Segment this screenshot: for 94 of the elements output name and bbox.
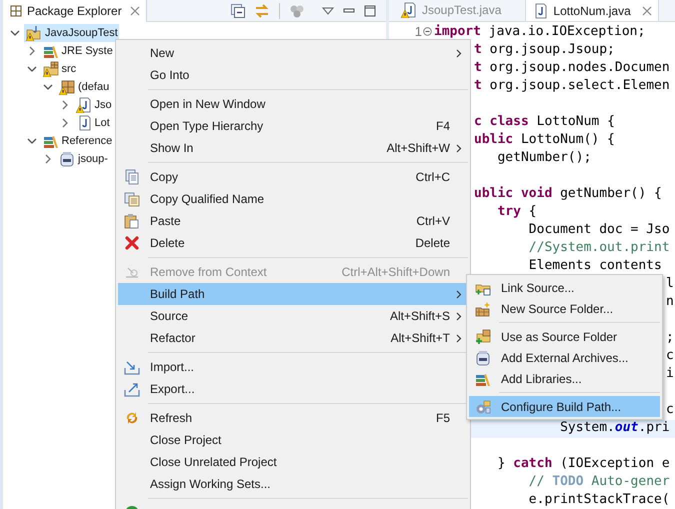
expand-chevron-icon[interactable] bbox=[60, 118, 70, 128]
project-folder-warning-icon bbox=[26, 25, 42, 41]
code-line: //System.out.print bbox=[528, 240, 670, 255]
menu-item[interactable]: Close Unrelated Project bbox=[118, 451, 468, 473]
java-file-warning-icon bbox=[401, 2, 417, 18]
code-line: Document doc = Jso bbox=[528, 222, 670, 237]
close-icon bbox=[130, 6, 140, 16]
refresh-icon bbox=[124, 410, 140, 426]
menu-item[interactable]: Copy Ctrl+C bbox=[118, 166, 468, 188]
code-line: ublic LottoNum() { bbox=[474, 132, 615, 147]
menu-item[interactable]: Source Alt+Shift+S bbox=[118, 305, 468, 327]
gear-folder-icon bbox=[475, 398, 491, 414]
code-line: l bbox=[666, 276, 674, 291]
code-line: c class LottoNum { bbox=[474, 114, 615, 129]
menu-item[interactable]: Add External Archives... bbox=[469, 347, 660, 368]
menu-item[interactable]: Paste Ctrl+V bbox=[118, 210, 468, 232]
code-line: i bbox=[666, 366, 674, 381]
menu-item[interactable]: Delete Delete bbox=[118, 232, 468, 254]
menu-item[interactable]: Add Libraries... bbox=[469, 368, 660, 389]
code-line: import java.io.IOException; bbox=[434, 24, 646, 39]
menu-item[interactable]: Copy Qualified Name bbox=[118, 188, 468, 210]
code-line: } catch (IOException e bbox=[496, 456, 670, 471]
fold-collapse-icon[interactable] bbox=[423, 27, 432, 36]
source-folder-warning-icon bbox=[42, 61, 58, 77]
tree-item[interactable]: jsoup- bbox=[57, 150, 109, 168]
link-arrows-icon bbox=[254, 4, 270, 18]
menu-item[interactable]: Go Into bbox=[118, 64, 468, 86]
package-grid-icon bbox=[10, 4, 22, 16]
menu-item[interactable]: Refresh F5 bbox=[118, 407, 468, 429]
code-line: e.printStackTrace( bbox=[528, 492, 670, 507]
view-menu-icon bbox=[322, 6, 334, 16]
code-line: t org.jsoup.Jsoup; bbox=[474, 42, 615, 57]
collapse-chevron-icon[interactable] bbox=[10, 28, 20, 38]
expand-chevron-icon[interactable] bbox=[26, 46, 36, 56]
view-tab[interactable]: Package Explorer bbox=[3, 0, 147, 22]
menu-item[interactable]: New Source Folder... bbox=[469, 298, 660, 319]
code-line: // TODO Auto-gener bbox=[528, 474, 670, 489]
line-number: 1 bbox=[414, 24, 422, 39]
copy-name-icon bbox=[124, 191, 140, 207]
filter-dots-icon bbox=[289, 4, 305, 18]
new-source-folder-icon bbox=[475, 300, 491, 316]
code-line: n bbox=[666, 294, 674, 309]
import-icon bbox=[124, 359, 140, 375]
minimize-icon bbox=[343, 6, 355, 16]
library-books-icon bbox=[42, 133, 58, 149]
menu-item[interactable]: Refactor Alt+Shift+T bbox=[118, 327, 468, 349]
collapse-chevron-icon[interactable] bbox=[43, 82, 53, 92]
collapse-all-icon bbox=[231, 4, 245, 18]
code-line: c bbox=[666, 348, 674, 363]
code-line: ; bbox=[666, 330, 674, 345]
menu-item[interactable]: Import... bbox=[118, 356, 468, 378]
menu-item[interactable]: Link Source... bbox=[469, 277, 660, 298]
collapse-chevron-icon[interactable] bbox=[26, 64, 36, 74]
maximize-icon bbox=[364, 4, 376, 16]
code-line: ublic void getNumber() { bbox=[474, 186, 662, 201]
tree-item[interactable]: Jso bbox=[74, 96, 113, 114]
menu-item[interactable]: Assign Working Sets... bbox=[118, 473, 468, 495]
tree-item[interactable]: Lot bbox=[74, 114, 111, 132]
tree-item[interactable]: (defau bbox=[57, 78, 110, 96]
code-line: try { bbox=[496, 204, 537, 219]
use-source-folder-icon bbox=[475, 328, 491, 344]
expand-chevron-icon[interactable] bbox=[43, 154, 53, 164]
menu-item[interactable]: Use as Source Folder bbox=[469, 326, 660, 347]
tree-item[interactable]: src bbox=[40, 60, 78, 78]
delete-x-icon bbox=[124, 235, 140, 251]
expand-chevron-icon[interactable] bbox=[60, 100, 70, 110]
menu-item[interactable]: Build Path bbox=[118, 283, 468, 305]
code-line: Elements contents bbox=[528, 258, 662, 273]
code-line: t org.jsoup.select.Elemen bbox=[474, 78, 670, 93]
paste-icon bbox=[124, 213, 140, 229]
menu-item[interactable]: Open in New Window bbox=[118, 93, 468, 115]
library-books-icon bbox=[42, 43, 58, 59]
close-icon bbox=[642, 6, 652, 16]
jar-icon bbox=[475, 350, 491, 366]
menu-item[interactable]: Close Project bbox=[118, 429, 468, 451]
tree-item[interactable]: JRE Syste bbox=[40, 42, 114, 60]
tree-item[interactable]: JavaJsoupTest bbox=[24, 24, 119, 42]
menu-item[interactable]: Export... bbox=[118, 378, 468, 400]
code-line: System.out.pri bbox=[559, 420, 670, 435]
package-warning-icon bbox=[59, 79, 75, 95]
export-icon bbox=[124, 381, 140, 397]
jar-icon bbox=[59, 151, 75, 167]
tree-item[interactable]: Reference bbox=[40, 132, 114, 150]
menu-item[interactable]: New bbox=[118, 42, 468, 64]
menu-item[interactable]: Show In Alt+Shift+W bbox=[118, 137, 468, 159]
code-line: c bbox=[666, 402, 674, 417]
java-file-warning-icon bbox=[76, 97, 92, 113]
code-line: t org.jsoup.nodes.Documen bbox=[474, 60, 670, 75]
menu-item[interactable]: Configure Build Path... bbox=[469, 396, 660, 417]
copy-icon bbox=[124, 169, 140, 185]
collapse-chevron-icon[interactable] bbox=[26, 136, 36, 146]
editor-tab[interactable]: LottoNum.java bbox=[525, 0, 659, 21]
menu-item[interactable]: Open Type Hierarchy F4 bbox=[118, 115, 468, 137]
code-line: getNumber(); bbox=[496, 150, 592, 165]
